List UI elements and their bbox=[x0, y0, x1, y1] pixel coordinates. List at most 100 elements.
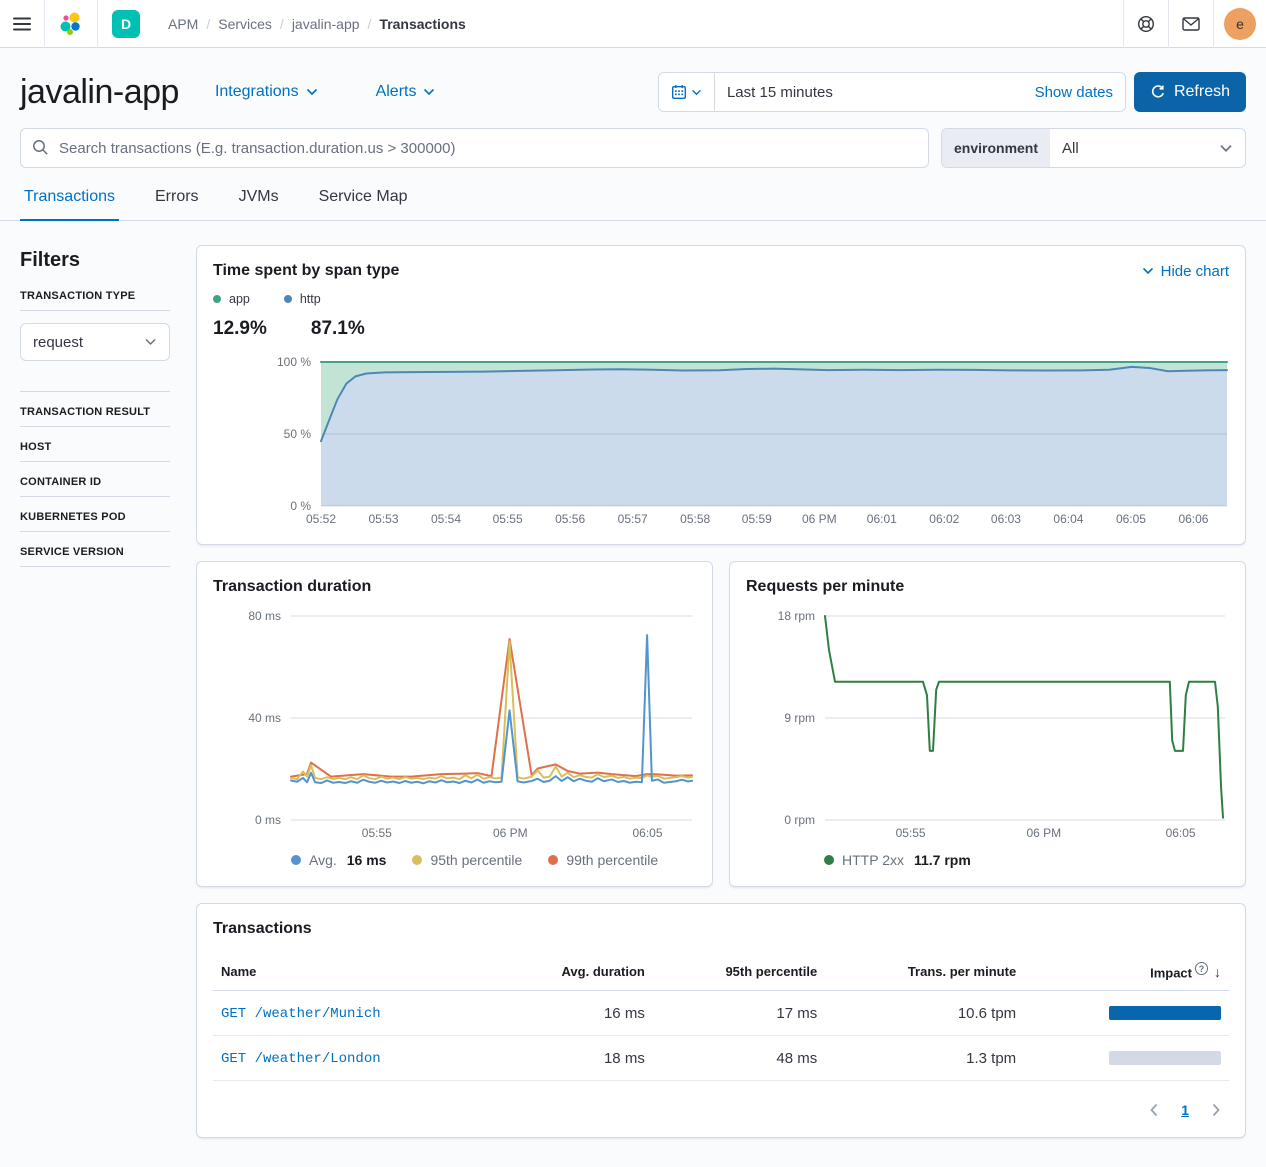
svg-text:05:55: 05:55 bbox=[493, 512, 523, 526]
svg-text:0 ms: 0 ms bbox=[255, 813, 281, 827]
column-header-95th-percentile: 95th percentile bbox=[653, 952, 825, 991]
duration-legend-item: Avg.16 ms bbox=[291, 852, 386, 868]
help-icon[interactable] bbox=[1124, 0, 1168, 48]
svg-text:06:05: 06:05 bbox=[1166, 826, 1196, 840]
impact-bar bbox=[1109, 1051, 1221, 1065]
avg-duration-cell: 16 ms bbox=[494, 991, 653, 1036]
svg-text:06:03: 06:03 bbox=[991, 512, 1021, 526]
svg-text:06 PM: 06 PM bbox=[493, 826, 528, 840]
avg-duration-cell: 18 ms bbox=[494, 1036, 653, 1081]
transaction-type-select[interactable]: request bbox=[20, 323, 170, 361]
breadcrumb-separator: / bbox=[280, 16, 284, 32]
svg-text:05:54: 05:54 bbox=[431, 512, 461, 526]
span-type-panel: Time spent by span type Hide chart appht… bbox=[196, 245, 1246, 545]
legend-dot-icon bbox=[284, 295, 292, 303]
p95-cell: 48 ms bbox=[653, 1036, 825, 1081]
search-input[interactable] bbox=[20, 128, 929, 168]
integrations-menu[interactable]: Integrations bbox=[215, 83, 318, 101]
tpm-cell: 10.6 tpm bbox=[825, 991, 1024, 1036]
duration-legend-item: 95th percentile bbox=[412, 852, 522, 868]
svg-text:05:56: 05:56 bbox=[555, 512, 585, 526]
refresh-label: Refresh bbox=[1174, 83, 1230, 101]
legend-label: Avg. bbox=[309, 852, 337, 868]
alerts-label: Alerts bbox=[376, 83, 417, 101]
p95-cell: 17 ms bbox=[653, 991, 825, 1036]
transaction-duration-chart: 80 ms40 ms0 ms05:5506 PM06:05 bbox=[213, 604, 696, 842]
quick-select-button[interactable] bbox=[659, 73, 715, 111]
filter-section-transaction-result[interactable]: TRANSACTION RESULT bbox=[20, 406, 170, 418]
filter-section-kubernetes-pod[interactable]: KUBERNETES POD bbox=[20, 511, 170, 523]
filter-section-service-version[interactable]: SERVICE VERSION bbox=[20, 546, 170, 558]
impact-bar bbox=[1109, 1006, 1221, 1020]
impact-label: Impact bbox=[1150, 965, 1192, 980]
avatar[interactable]: e bbox=[1224, 8, 1256, 40]
chevron-down-icon bbox=[423, 88, 435, 96]
legend-label: 99th percentile bbox=[566, 852, 658, 868]
legend-dot-icon bbox=[291, 855, 301, 865]
filter-section-container-id[interactable]: CONTAINER ID bbox=[20, 476, 170, 488]
chevron-down-icon bbox=[691, 89, 702, 96]
page-number[interactable]: 1 bbox=[1181, 1102, 1189, 1118]
table-row: GET /weather/London18 ms48 ms1.3 tpm bbox=[213, 1036, 1229, 1081]
tab-jvms[interactable]: JVMs bbox=[235, 186, 283, 221]
environment-label: environment bbox=[942, 129, 1050, 167]
search-icon bbox=[32, 139, 49, 160]
integrations-label: Integrations bbox=[215, 83, 299, 101]
svg-text:0 rpm: 0 rpm bbox=[784, 813, 815, 827]
breadcrumb-item[interactable]: Services bbox=[218, 16, 272, 32]
mail-icon[interactable] bbox=[1169, 0, 1213, 48]
svg-text:06 PM: 06 PM bbox=[802, 512, 837, 526]
svg-text:05:55: 05:55 bbox=[896, 826, 926, 840]
legend-dot-icon bbox=[213, 295, 221, 303]
filters-sidebar: Filters TRANSACTION TYPE request TRANSAC… bbox=[20, 245, 170, 1138]
space-badge[interactable]: D bbox=[112, 10, 140, 38]
hide-chart-link[interactable]: Hide chart bbox=[1142, 263, 1229, 280]
elastic-logo-icon[interactable] bbox=[45, 0, 97, 48]
rpm-panel-title: Requests per minute bbox=[746, 578, 1229, 596]
show-dates-link[interactable]: Show dates bbox=[1035, 84, 1125, 101]
svg-text:80 ms: 80 ms bbox=[248, 609, 281, 623]
filters-heading: Filters bbox=[20, 249, 170, 272]
duration-legend-item: 99th percentile bbox=[548, 852, 658, 868]
span-percentage-http: 87.1% bbox=[311, 318, 365, 340]
svg-text:100 %: 100 % bbox=[277, 355, 311, 369]
transaction-link[interactable]: GET /weather/Munich bbox=[221, 1006, 381, 1022]
next-page-button[interactable] bbox=[1209, 1101, 1223, 1119]
impact-cell bbox=[1024, 1036, 1229, 1081]
span-panel-title: Time spent by span type bbox=[213, 262, 399, 280]
refresh-icon bbox=[1150, 84, 1166, 100]
requests-per-minute-panel: Requests per minute 18 rpm 9 rpm 0 rpm 05:5… bbox=[729, 561, 1246, 887]
svg-text:06:05: 06:05 bbox=[1116, 512, 1146, 526]
tab-service-map[interactable]: Service Map bbox=[315, 186, 412, 221]
refresh-button[interactable]: Refresh bbox=[1134, 72, 1246, 112]
tab-errors[interactable]: Errors bbox=[151, 186, 203, 221]
previous-page-button[interactable] bbox=[1147, 1101, 1161, 1119]
svg-text:9 rpm: 9 rpm bbox=[784, 711, 815, 725]
svg-text:50 %: 50 % bbox=[284, 427, 312, 441]
date-picker: Last 15 minutes Show dates bbox=[658, 72, 1126, 112]
table-row: GET /weather/Munich 16 ms17 ms10.6 tpm bbox=[213, 991, 1229, 1036]
time-range-value[interactable]: Last 15 minutes bbox=[715, 84, 1035, 101]
menu-icon[interactable] bbox=[0, 0, 44, 48]
svg-text:05:58: 05:58 bbox=[680, 512, 710, 526]
page-title: javalin-app bbox=[20, 73, 179, 112]
alerts-menu[interactable]: Alerts bbox=[376, 83, 436, 101]
impact-cell bbox=[1024, 991, 1229, 1036]
environment-select[interactable]: environment All bbox=[941, 128, 1246, 168]
sort-descending-icon[interactable]: ↓ bbox=[1214, 964, 1221, 980]
help-tooltip-icon[interactable]: ? bbox=[1195, 962, 1208, 975]
tab-transactions[interactable]: Transactions bbox=[20, 186, 119, 221]
breadcrumb-item[interactable]: javalin-app bbox=[292, 16, 360, 32]
svg-text:05:59: 05:59 bbox=[742, 512, 772, 526]
svg-text:06:05: 06:05 bbox=[632, 826, 662, 840]
column-header-impact[interactable]: Impact? ↓ bbox=[1024, 952, 1229, 991]
transactions-table-panel: Transactions NameAvg. duration95th perce… bbox=[196, 903, 1246, 1138]
transaction-link[interactable]: GET /weather/London bbox=[221, 1051, 381, 1067]
breadcrumb-item[interactable]: APM bbox=[168, 16, 198, 32]
svg-text:18 rpm: 18 rpm bbox=[778, 609, 815, 623]
filter-section-host[interactable]: HOST bbox=[20, 441, 170, 453]
legend-label: http bbox=[300, 292, 321, 306]
svg-text:05:52: 05:52 bbox=[306, 512, 336, 526]
svg-text:06:04: 06:04 bbox=[1053, 512, 1083, 526]
rpm-legend-item: HTTP 2xx11.7 rpm bbox=[824, 852, 971, 868]
